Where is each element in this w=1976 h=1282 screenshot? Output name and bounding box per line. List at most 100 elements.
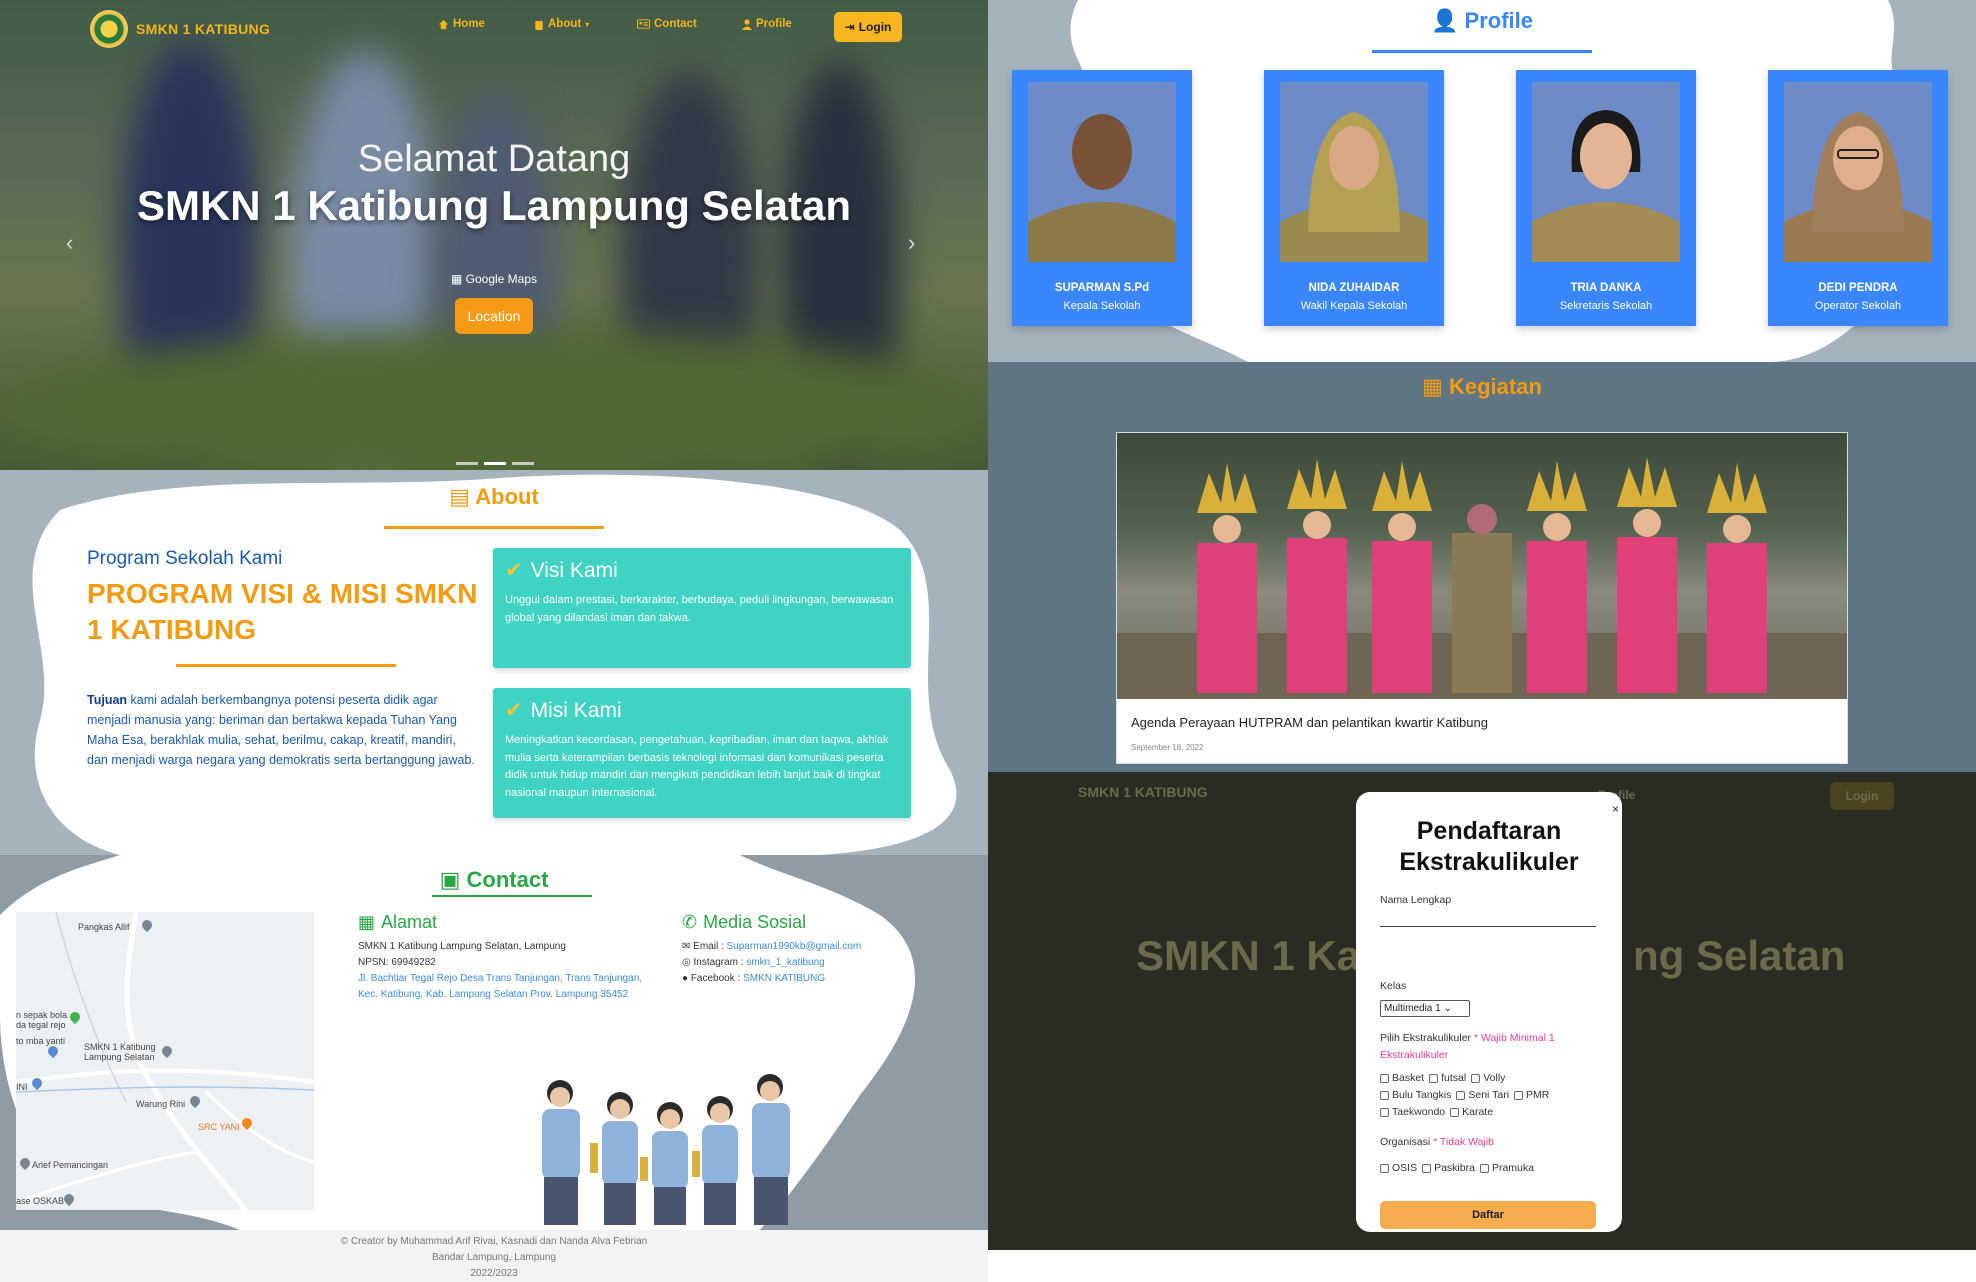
bg-login: Login [1830, 782, 1894, 810]
checkbox-label: Karate [1462, 1106, 1494, 1118]
profile-card[interactable]: DEDI PENDRA Operator Sekolah [1768, 70, 1948, 326]
kegiatan-title[interactable]: Agenda Perayaan HUTPRAM dan pelantikan k… [1131, 715, 1488, 730]
profile-photo [1532, 82, 1680, 262]
profile-role: Wakil Kepala Sekolah [1300, 300, 1408, 312]
user-icon [742, 18, 752, 30]
map-label: to mba yanti [16, 1036, 66, 1046]
program-title: PROGRAM VISI & MISI SMKN 1 KATIBUNG [87, 578, 478, 645]
visi-heading: ✔ Visi Kami [505, 558, 618, 583]
phone-icon: ✆ [682, 912, 698, 932]
kegiatan-card[interactable]: Agenda Perayaan HUTPRAM dan pelantikan k… [1116, 432, 1848, 764]
carousel-prev-icon[interactable]: ‹ [66, 230, 73, 256]
checkbox-pmr[interactable]: PMR [1514, 1089, 1549, 1101]
alamat-link[interactable]: Jl. Bachtiar Tegal Rejo Desa Trans Tanju… [358, 971, 658, 1003]
contact-heading: ▣ Contact [0, 867, 988, 893]
npsn: NPSN: 69949282 [358, 957, 436, 968]
checkbox-karate[interactable]: Karate [1450, 1106, 1493, 1118]
carousel-indicator[interactable] [512, 462, 534, 465]
contact-divider [432, 895, 592, 897]
nav-profile[interactable]: Profile [742, 18, 792, 30]
close-icon[interactable]: × [1612, 802, 1619, 816]
carousel-indicator-active[interactable] [484, 462, 506, 465]
bg-brand: SMKN 1 KATIBUNG [1078, 784, 1208, 800]
checkbox-seni-tari[interactable]: Seni Tari [1456, 1089, 1509, 1101]
checkbox-label: Paskibra [1434, 1162, 1475, 1174]
about-heading-text: About [475, 484, 539, 509]
facebook-link[interactable]: SMKN KATIBUNG [743, 973, 825, 984]
checkbox-label: Taekwondo [1392, 1106, 1446, 1118]
checkbox-bulu-tangkis[interactable]: Bulu Tangkis [1380, 1089, 1451, 1101]
hero-carousel: SMKN 1 KATIBUNG Home About ▾ Contact Pro… [0, 0, 988, 470]
profile-card[interactable]: TRIA DANKA Sekretaris Sekolah [1516, 70, 1696, 326]
login-button[interactable]: ⇥ Login [834, 12, 902, 42]
school-logo [90, 10, 128, 48]
map-label: n sepak bola da tegal rejo [16, 1010, 68, 1030]
daftar-button[interactable]: Daftar [1380, 1201, 1596, 1229]
contact-section: ▣ Contact Pangkas Allif n sepak bola da … [0, 855, 988, 1230]
ekskul-row: Bulu Tangkis Seni Tari PMR [1380, 1089, 1549, 1101]
email-link[interactable]: Suparman1990kb@gmail.com [727, 941, 862, 952]
checkbox-label: OSIS [1392, 1162, 1418, 1174]
checkbox-box [1380, 1073, 1389, 1083]
ekskul-row: Taekwondo Karate [1380, 1106, 1493, 1118]
nav-about-label: About [548, 18, 582, 30]
misi-title: Misi Kami [530, 698, 622, 722]
checkbox-label: Basket [1392, 1072, 1425, 1084]
location-button[interactable]: Location [455, 298, 533, 334]
nav-home[interactable]: Home [438, 18, 485, 30]
profile-card[interactable]: NIDA ZUHAIDAR Wakil Kepala Sekolah [1264, 70, 1444, 326]
registration-modal: × Pendaftaran Ekstrakulikuler Nama Lengk… [1356, 792, 1622, 1232]
misi-text: Meningkatkan kecerdasan, pengetahuan, ke… [505, 734, 889, 799]
sign-in-icon: ⇥ [844, 20, 855, 34]
google-map[interactable]: Pangkas Allif n sepak bola da tegal rejo… [16, 912, 314, 1210]
checkbox-volly[interactable]: Volly [1471, 1072, 1505, 1084]
checkbox-taekwondo[interactable]: Taekwondo [1380, 1106, 1445, 1118]
email-label: Email : [693, 941, 727, 952]
facebook-row: ● Facebook : SMKN KATIBUNG [682, 971, 942, 987]
checkbox-label: futsal [1441, 1072, 1467, 1084]
map-label: Arief Pemancingan [32, 1160, 109, 1170]
modal-title: Pendaftaran Ekstrakulikuler [1399, 817, 1579, 876]
carousel-indicator[interactable] [456, 462, 478, 465]
address-card-icon [637, 19, 650, 29]
visi-title: Visi Kami [530, 558, 618, 582]
instagram-link[interactable]: smkn_1_katibung [746, 957, 824, 968]
checkbox-box [1380, 1090, 1389, 1100]
nama-label: Nama Lengkap [1380, 894, 1452, 906]
clipboard-icon [535, 20, 543, 30]
ekskul-row: Basket futsal Volly [1380, 1072, 1505, 1084]
about-divider [384, 526, 604, 529]
kelas-select[interactable]: Multimedia 1 ⌄ [1380, 1000, 1470, 1017]
nav-home-label: Home [453, 18, 485, 30]
checkbox-osis[interactable]: OSIS [1380, 1162, 1417, 1174]
navbar-brand[interactable]: SMKN 1 KATIBUNG [90, 10, 270, 48]
modal-backdrop[interactable]: SMKN 1 KATIBUNG Profile Login SMKN 1 Ka … [988, 772, 1976, 1250]
profile-card[interactable]: SUPARMAN S.Pd Kepala Sekolah [1012, 70, 1192, 326]
checkbox-basket[interactable]: Basket [1380, 1072, 1424, 1084]
nama-input[interactable] [1380, 907, 1596, 927]
clipboard-icon: ▤ [449, 484, 470, 509]
misi-heading: ✔ Misi Kami [505, 698, 622, 723]
footer-year: 2022/2023 [470, 1268, 518, 1279]
checkbox-box [1479, 1163, 1489, 1173]
map-label: SRC YANI [198, 1122, 240, 1132]
checkbox-paskibra[interactable]: Paskibra [1422, 1162, 1475, 1174]
media-heading: ✆ Media Sosial [682, 912, 806, 933]
profile-heading-text: Profile [1464, 8, 1533, 33]
nav-about[interactable]: About ▾ [534, 18, 589, 30]
nav-contact[interactable]: Contact [637, 18, 697, 30]
footer-location: Bandar Lampung, Lampung [432, 1252, 556, 1263]
email-row: ✉ Email : Suparman1990kb@gmail.com [682, 939, 942, 955]
checkbox-futsal[interactable]: futsal [1429, 1072, 1466, 1084]
visi-card: ✔ Visi Kami Unggul dalam prestasi, berka… [493, 548, 911, 668]
kelas-label: Kelas [1380, 980, 1407, 992]
carousel-next-icon[interactable]: › [908, 230, 915, 256]
map-label: INI [16, 1082, 28, 1092]
maps-label-text: Google Maps [465, 272, 538, 286]
profile-photo [1784, 82, 1932, 262]
checkbox-pramuka[interactable]: Pramuka [1479, 1162, 1534, 1174]
bg-title-right: ng Selatan [1633, 932, 1846, 979]
kelas-value: Multimedia 1 [1384, 1003, 1441, 1014]
checkbox-label: Bulu Tangkis [1392, 1089, 1452, 1101]
kegiatan-heading-text: Kegiatan [1449, 374, 1542, 399]
